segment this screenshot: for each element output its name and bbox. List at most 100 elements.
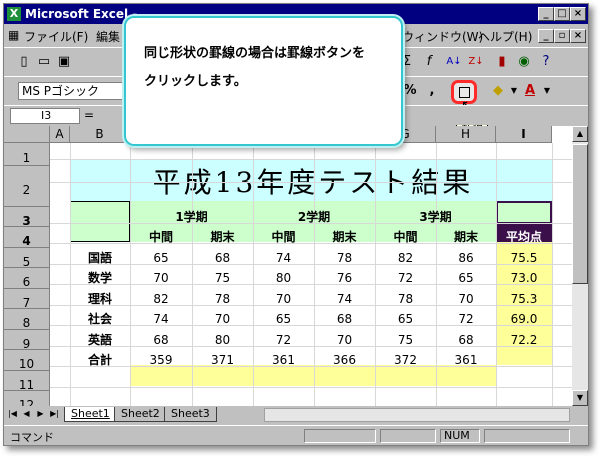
- score-cell[interactable]: 76: [314, 268, 375, 289]
- doc-restore-icon[interactable]: ▫: [554, 29, 570, 43]
- column-header-b[interactable]: B: [70, 126, 130, 143]
- score-cell[interactable]: 86: [436, 248, 496, 268]
- row-header-11[interactable]: 11: [4, 371, 50, 392]
- score-cell[interactable]: 70: [130, 268, 192, 289]
- sort-asc-icon[interactable]: A↓: [444, 53, 464, 71]
- score-cell[interactable]: 70: [314, 330, 375, 350]
- total-label[interactable]: 合計: [70, 350, 130, 371]
- subject-label[interactable]: 国語: [70, 248, 130, 268]
- score-cell[interactable]: 74: [253, 248, 314, 268]
- new-icon[interactable]: ▯: [14, 53, 34, 71]
- score-cell[interactable]: 70: [436, 289, 496, 309]
- formula-equals[interactable]: =: [84, 108, 94, 122]
- horizontal-scrollbar[interactable]: [264, 408, 570, 422]
- row-header-6[interactable]: 6: [4, 268, 50, 289]
- score-cell[interactable]: 68: [130, 330, 192, 350]
- sub-header[interactable]: 期末: [436, 227, 496, 248]
- font-name-select[interactable]: MS Pゴシック: [18, 82, 124, 100]
- score-cell[interactable]: 70: [253, 289, 314, 309]
- prev-sheet-icon[interactable]: ◀: [20, 408, 33, 421]
- minimize-icon[interactable]: _: [538, 7, 554, 21]
- average-cell[interactable]: 75.3: [496, 289, 552, 309]
- menu-help[interactable]: ヘルプ(H): [478, 28, 532, 45]
- average-cell[interactable]: 73.0: [496, 268, 552, 289]
- score-cell[interactable]: 82: [375, 248, 436, 268]
- chart-wizard-icon[interactable]: ▮: [492, 53, 512, 71]
- tab-sheet3[interactable]: Sheet3: [164, 407, 217, 422]
- average-header[interactable]: 平均点: [496, 227, 552, 248]
- score-cell[interactable]: 75: [375, 330, 436, 350]
- score-cell[interactable]: 80: [192, 330, 253, 350]
- score-cell[interactable]: 72: [253, 330, 314, 350]
- score-cell[interactable]: 78: [192, 289, 253, 309]
- row-header-7[interactable]: 7: [4, 289, 50, 310]
- score-cell[interactable]: 82: [130, 289, 192, 309]
- doc-close-icon[interactable]: ×: [570, 29, 586, 43]
- open-icon[interactable]: ▭: [34, 53, 54, 71]
- score-cell[interactable]: 74: [314, 289, 375, 309]
- close-icon[interactable]: ×: [570, 7, 586, 21]
- doc-minimize-icon[interactable]: _: [538, 29, 554, 43]
- score-cell[interactable]: 80: [253, 268, 314, 289]
- subject-label[interactable]: 社会: [70, 309, 130, 330]
- sort-desc-icon[interactable]: Z↓: [466, 53, 486, 71]
- subject-label[interactable]: 理科: [70, 289, 130, 309]
- function-icon[interactable]: f: [419, 53, 439, 71]
- sub-header[interactable]: 期末: [192, 227, 253, 248]
- sub-header[interactable]: 期末: [314, 227, 375, 248]
- score-cell[interactable]: 65: [253, 309, 314, 330]
- percent-icon[interactable]: %: [400, 82, 420, 100]
- score-cell[interactable]: 78: [375, 289, 436, 309]
- menu-edit[interactable]: 編集: [96, 28, 120, 45]
- row-header-4[interactable]: 4: [4, 227, 50, 248]
- maximize-icon[interactable]: □: [554, 7, 570, 21]
- map-icon[interactable]: ◉: [514, 53, 534, 71]
- font-color-dropdown-icon[interactable]: ▼: [537, 82, 557, 100]
- menu-file[interactable]: ファイル(F): [24, 28, 88, 45]
- scroll-up-icon[interactable]: ▲: [572, 126, 588, 142]
- total-cell[interactable]: 361: [436, 350, 496, 371]
- next-sheet-icon[interactable]: ▶: [34, 408, 47, 421]
- scroll-thumb[interactable]: [572, 144, 588, 284]
- score-cell[interactable]: 65: [375, 309, 436, 330]
- row-header-3[interactable]: 3: [4, 207, 50, 228]
- subject-label[interactable]: 数学: [70, 268, 130, 289]
- score-cell[interactable]: 65: [436, 268, 496, 289]
- score-cell[interactable]: 70: [192, 309, 253, 330]
- score-cell[interactable]: 68: [436, 330, 496, 350]
- row-header-1[interactable]: 1: [4, 143, 50, 166]
- row-header-10[interactable]: 10: [4, 350, 50, 371]
- sub-header[interactable]: 中間: [253, 227, 314, 248]
- total-cell[interactable]: 372: [375, 350, 436, 371]
- total-cell[interactable]: 366: [314, 350, 375, 371]
- first-sheet-icon[interactable]: |◀: [6, 408, 19, 421]
- tab-sheet1[interactable]: Sheet1: [64, 407, 117, 422]
- help-icon[interactable]: ?: [536, 53, 556, 71]
- row-header-2[interactable]: 2: [4, 166, 50, 207]
- total-cell[interactable]: 371: [192, 350, 253, 371]
- column-header-a[interactable]: A: [50, 126, 70, 143]
- comma-icon[interactable]: ,: [422, 82, 442, 100]
- total-cell[interactable]: 361: [253, 350, 314, 371]
- header-corner-cell[interactable]: [70, 201, 130, 242]
- score-cell[interactable]: 68: [192, 248, 253, 268]
- menu-window[interactable]: ウィンドウ(W): [402, 28, 483, 45]
- sub-header[interactable]: 中間: [130, 227, 192, 248]
- column-header-h[interactable]: H: [436, 126, 496, 143]
- score-cell[interactable]: 78: [314, 248, 375, 268]
- total-cell[interactable]: 359: [130, 350, 192, 371]
- column-header-i[interactable]: I: [496, 126, 552, 143]
- row-header-5[interactable]: 5: [4, 248, 50, 269]
- score-cell[interactable]: 74: [130, 309, 192, 330]
- last-sheet-icon[interactable]: ▶|: [48, 408, 61, 421]
- term-header[interactable]: 2学期: [253, 207, 375, 227]
- score-cell[interactable]: 72: [375, 268, 436, 289]
- score-cell[interactable]: 72: [436, 309, 496, 330]
- term-header[interactable]: 3学期: [375, 207, 496, 227]
- average-cell[interactable]: 69.0: [496, 309, 552, 330]
- select-all-corner[interactable]: [4, 126, 50, 143]
- subject-label[interactable]: 英語: [70, 330, 130, 350]
- row-header-8[interactable]: 8: [4, 309, 50, 330]
- name-box[interactable]: I3: [10, 108, 80, 124]
- row-header-12[interactable]: 12: [4, 391, 50, 406]
